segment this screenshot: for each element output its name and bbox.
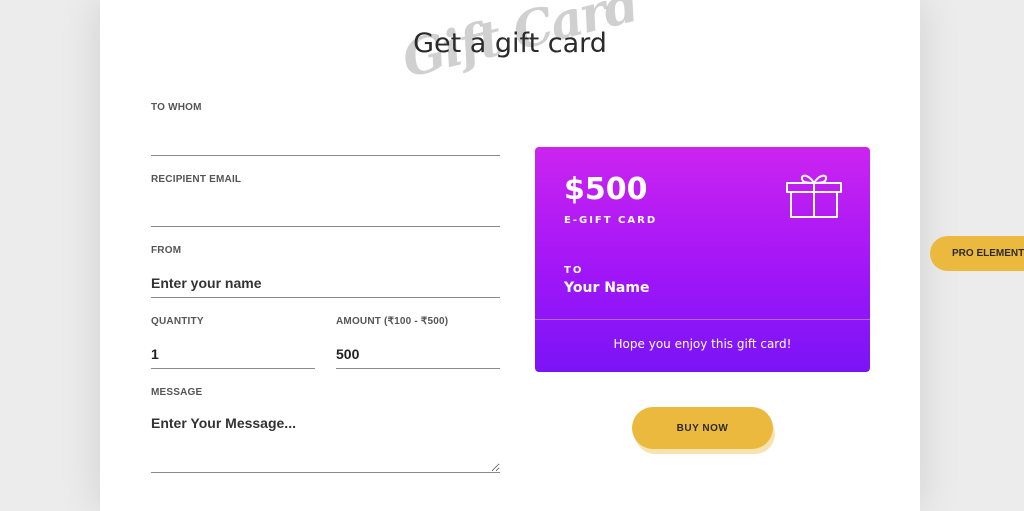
from-label: FROM	[151, 245, 182, 256]
card-to-label: TO	[564, 265, 584, 276]
to-whom-label: TO WHOM	[151, 102, 202, 113]
gift-icon	[786, 174, 842, 218]
card-message: Hope you enjoy this gift card!	[613, 337, 792, 351]
message-textarea[interactable]	[151, 411, 500, 473]
recipient-email-label: RECIPIENT EMAIL	[151, 174, 242, 185]
pro-element-badge[interactable]: PRO ELEMENT	[930, 236, 1024, 271]
page-title: Get a gift card	[413, 28, 607, 59]
heading: Gift Card Get a gift card	[100, 0, 920, 89]
recipient-email-input[interactable]	[151, 197, 500, 227]
from-input[interactable]	[151, 268, 500, 298]
gift-card-page: Gift Card Get a gift card TO WHOM RECIPI…	[100, 0, 920, 511]
amount-label: AMOUNT (₹100 - ₹500)	[336, 316, 449, 327]
amount-input[interactable]	[336, 339, 500, 369]
to-whom-field: TO WHOM	[151, 102, 500, 157]
from-field: FROM	[151, 245, 500, 300]
card-divider	[535, 319, 870, 320]
message-label: MESSAGE	[151, 387, 203, 398]
amount-field: AMOUNT (₹100 - ₹500)	[336, 316, 500, 371]
message-field: MESSAGE	[151, 387, 500, 479]
quantity-label: QUANTITY	[151, 316, 204, 327]
recipient-email-field: RECIPIENT EMAIL	[151, 174, 500, 229]
gift-card-preview: $500 E-GIFT CARD TO Your Name Hope you e…	[535, 147, 870, 372]
quantity-input[interactable]	[151, 339, 315, 369]
quantity-field: QUANTITY	[151, 316, 315, 371]
card-type-label: E-GIFT CARD	[564, 215, 658, 226]
card-amount: $500	[564, 172, 648, 207]
buy-now-button[interactable]: BUY NOW	[632, 407, 773, 449]
card-recipient-name: Your Name	[564, 280, 650, 296]
to-whom-input[interactable]	[151, 126, 500, 156]
